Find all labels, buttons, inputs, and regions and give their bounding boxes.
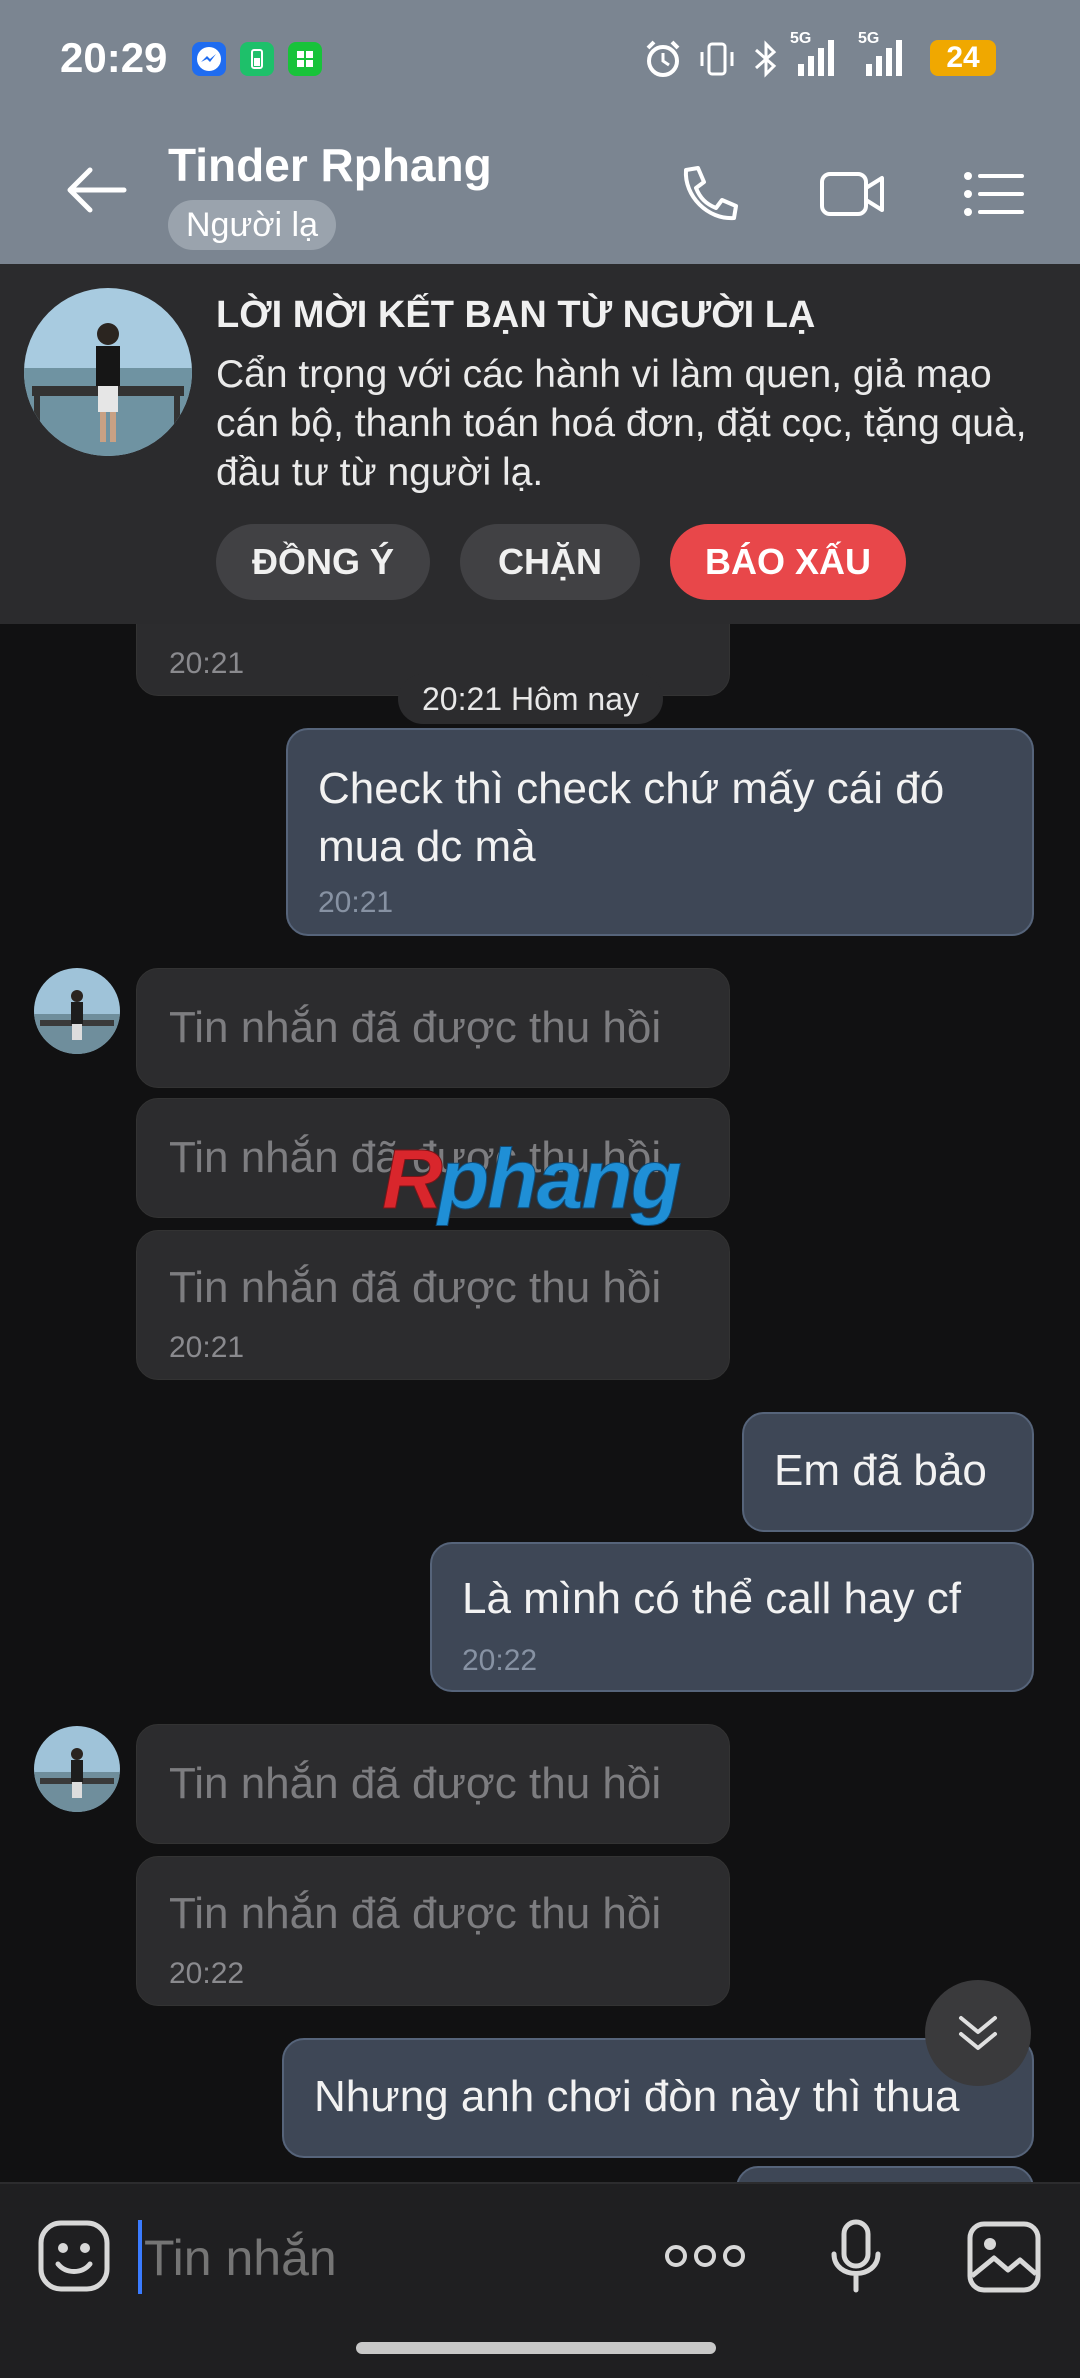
message-bubble-out[interactable]: Nhưng anh chơi đòn này thì thua [282,2038,1034,2158]
video-call-button[interactable] [818,164,888,229]
message-time: 20:22 [169,1957,245,1990]
message-bubble-in[interactable]: Tin nhắn đã được thu hồi [136,968,730,1088]
watermark-logo: R phang [380,1130,710,1249]
request-title: LỜI MỜI KẾT BẠN TỪ NGƯỜI LẠ [216,294,816,336]
list-menu-icon [964,172,1024,216]
more-options-button[interactable] [664,2236,746,2281]
signal-2-icon [864,38,908,83]
block-button[interactable]: CHẶN [460,524,640,600]
recalled-message-text: Tin nhắn đã được thu hồi [169,1759,662,1808]
accept-button[interactable]: ĐỒNG Ý [216,524,430,600]
request-avatar[interactable] [24,288,192,456]
chat-title[interactable]: Tinder Rphang [168,138,492,192]
message-bubble-in[interactable]: Tin nhắn đã được thu hồi 20:22 [136,1856,730,2006]
back-button[interactable] [58,160,138,220]
recalled-message-text: Tin nhắn đã được thu hồi [169,1889,662,1938]
status-time: 20:29 [60,34,168,81]
home-indicator[interactable] [356,2342,716,2354]
battery-level: 24 [946,41,980,74]
message-time: 20:21 [169,1331,245,1364]
image-button[interactable] [966,2220,1042,2299]
emoji-button[interactable] [36,2218,112,2299]
contact-avatar[interactable] [34,1726,120,1812]
message-bubble-out[interactable]: Là mình có thể call hay cf 20:22 [430,1542,1034,1692]
vibrate-icon [694,36,740,87]
call-button[interactable] [672,160,742,235]
report-button[interactable]: BÁO XẤU [670,524,906,600]
recalled-message-text: Tin nhắn đã được thu hồi [169,1263,662,1312]
image-icon [967,2221,1041,2293]
alarm-icon [640,36,686,87]
voice-button[interactable] [826,2216,886,2301]
contact-avatar[interactable] [34,968,120,1054]
message-time: 20:22 [462,1644,538,1677]
double-chevron-down-icon [959,2016,997,2050]
message-bubble-out[interactable]: Em đã bảo [742,1412,1034,1532]
battery-app-icon [240,42,274,76]
chat-header [0,120,1080,264]
video-camera-icon [820,172,884,216]
chat-menu-button[interactable] [962,166,1026,227]
request-warning-text: Cẩn trọng với các hành vi làm quen, giả … [216,353,1027,494]
recalled-message-text: Tin nhắn đã được thu hồi [169,1003,662,1052]
bluetooth-icon [748,36,784,87]
svg-text:R: R [382,1132,443,1226]
messenger-icon [192,42,226,76]
wechat-app-icon [288,42,322,76]
message-bubble-out[interactable]: Check thì check chứ mấy cái đó mua dc mà… [286,728,1034,936]
message-text: Em đã bảo [774,1446,987,1495]
message-text: Nhưng anh chơi đòn này thì thua [314,2072,960,2121]
message-text: Check thì check chứ mấy cái đó mua dc mà [318,764,945,871]
scroll-to-bottom-button[interactable] [925,1980,1031,2086]
battery-indicator: 24 [930,40,996,76]
message-bubble-in[interactable]: Tin nhắn đã được thu hồi 20:21 [136,1230,730,1380]
microphone-icon [831,2219,881,2293]
sticker-face-icon [38,2220,110,2292]
phone-icon [683,166,738,221]
message-time: 20:21 [169,647,245,680]
more-dots-icon [665,2245,745,2267]
date-divider: 20:21 Hôm nay [398,674,664,724]
message-bubble-in[interactable]: Tin nhắn đã được thu hồi [136,1724,730,1844]
signal-1-icon [796,38,840,83]
message-time: 20:21 [318,886,394,919]
message-input[interactable] [138,2228,644,2288]
message-text: Là mình có thể call hay cf [462,1574,961,1623]
svg-text:phang: phang [436,1132,681,1226]
stranger-badge: Người lạ [168,200,336,250]
